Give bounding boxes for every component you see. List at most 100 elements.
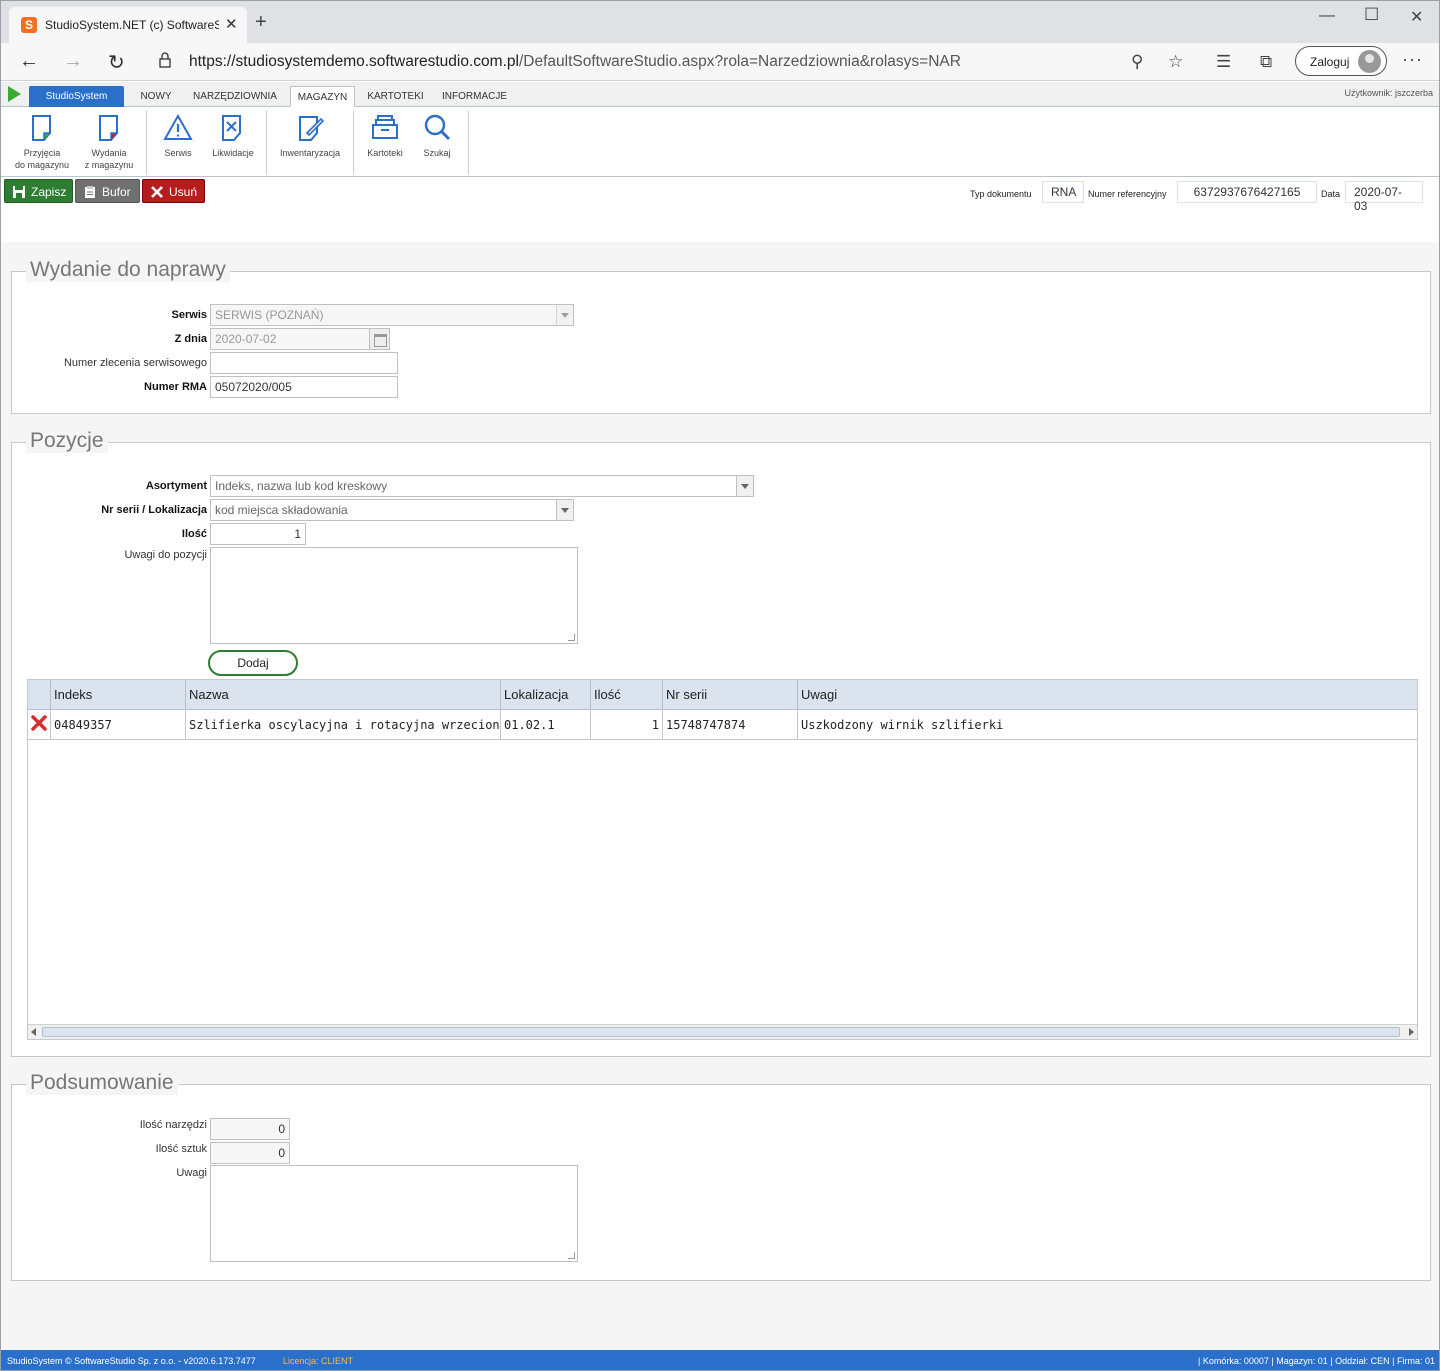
chevron-down-icon[interactable] — [556, 500, 573, 520]
grid-header-nazwa[interactable]: Nazwa — [185, 680, 500, 710]
wydania-button[interactable]: Wydania z magazynu — [79, 113, 139, 171]
close-icon — [151, 186, 163, 198]
play-icon[interactable] — [8, 86, 21, 102]
cell-nazwa: Szlifierka oscylacyjna i rotacyjna wrzec… — [185, 710, 500, 740]
serwis-button[interactable]: Serwis — [153, 113, 203, 159]
ref-number-field[interactable]: 6372937676427165 — [1177, 181, 1317, 203]
chevron-down-icon[interactable] — [736, 476, 753, 496]
przyjecia-label-1: Przyjęcia — [23, 148, 61, 158]
scroll-left-icon[interactable] — [31, 1028, 36, 1036]
asortyment-combobox[interactable]: Indeks, nazwa lub kod kreskowy — [210, 475, 754, 497]
likwidacje-button[interactable]: Likwidacje — [207, 113, 259, 159]
tab-studiosystem[interactable]: StudioSystem — [29, 86, 124, 107]
table-row[interactable]: 04849357 Szlifierka oscylacyjna i rotacy… — [28, 710, 1417, 740]
cell-nrserii: 15748747874 — [662, 710, 797, 740]
serwis-value: SERWIS (POZNAŃ) — [215, 308, 324, 322]
login-button[interactable]: Zaloguj — [1295, 46, 1387, 76]
ribbon-toolbar: Przyjęcia do magazynu Wydania z magazynu… — [1, 107, 1439, 177]
toolbar-separator — [353, 111, 354, 175]
buffer-button[interactable]: Bufor — [75, 179, 140, 203]
przyjecia-button[interactable]: Przyjęcia do magazynu — [9, 113, 75, 171]
browser-addressbar: ← → ↻ https://studiosystemdemo.softwares… — [1, 43, 1439, 81]
delete-button[interactable]: Usuń — [142, 179, 205, 203]
zlecenie-input[interactable] — [210, 352, 398, 374]
zdnia-date-input[interactable]: 2020-07-02 — [210, 328, 390, 350]
app-menubar: StudioSystem NOWY NARZĘDZIOWNIA MAGAZYN … — [1, 82, 1439, 107]
favorite-star-icon[interactable]: ☆ — [1168, 52, 1183, 72]
kartoteki-button[interactable]: Kartoteki — [361, 113, 409, 159]
collections-icon[interactable]: ⧉ — [1260, 52, 1272, 72]
toolbar-separator — [266, 111, 267, 175]
chevron-down-icon[interactable] — [556, 305, 573, 325]
grid-header-nrserii[interactable]: Nr serii — [662, 680, 797, 710]
browser-tab[interactable]: S StudioSystem.NET (c) SoftwareStudio ✕ — [9, 7, 247, 43]
cell-lokalizacja: 01.02.1 — [500, 710, 590, 740]
scroll-thumb[interactable] — [42, 1027, 1400, 1037]
reload-icon[interactable]: ↻ — [108, 50, 125, 75]
new-tab-icon[interactable]: + — [255, 11, 267, 34]
doc-type-field[interactable]: RNA — [1042, 181, 1084, 203]
add-button[interactable]: Dodaj — [208, 650, 298, 676]
window-close-icon[interactable]: ✕ — [1410, 7, 1423, 27]
horizontal-scrollbar[interactable] — [28, 1024, 1417, 1039]
url-field[interactable]: https://studiosystemdemo.softwarestudio.… — [189, 53, 961, 71]
szukaj-label: Szukaj — [423, 148, 451, 158]
forward-icon[interactable]: → — [63, 50, 83, 73]
ilosc-input[interactable]: 1 — [210, 523, 306, 545]
document-edit-icon — [299, 116, 325, 141]
save-button[interactable]: Zapisz — [4, 179, 73, 203]
tab-close-icon[interactable]: ✕ — [225, 15, 238, 33]
footer-copyright: StudioSystem © SoftwareStudio Sp. z o.o.… — [7, 1356, 256, 1366]
podsumowanie-legend: Podsumowanie — [26, 1071, 178, 1095]
inwentaryzacja-button[interactable]: Inwentaryzacja — [273, 113, 347, 159]
ilosc-label: Ilość — [181, 528, 207, 540]
nrserii-combobox[interactable]: kod miejsca składowania — [210, 499, 574, 521]
floppy-icon — [13, 186, 25, 198]
tab-narzedziownia[interactable]: NARZĘDZIOWNIA — [189, 86, 281, 107]
back-icon[interactable]: ← — [19, 50, 39, 73]
tab-kartoteki[interactable]: KARTOTEKI — [363, 86, 428, 107]
grid-header-ilosc[interactable]: Ilość — [590, 680, 662, 710]
ref-number-label: Numer referencyjny — [1088, 189, 1167, 199]
status-footer: StudioSystem © SoftwareStudio Sp. z o.o.… — [1, 1350, 1439, 1370]
row-delete-cell — [28, 710, 50, 740]
maximize-icon[interactable]: ☐ — [1364, 5, 1379, 25]
serwis-label: Serwis — [171, 309, 207, 321]
uwagi-pozycji-textarea[interactable] — [210, 547, 578, 644]
delete-row-icon[interactable] — [31, 715, 47, 731]
favicon-icon: S — [21, 17, 37, 33]
rma-label: Numer RMA — [144, 381, 207, 393]
date-field[interactable]: 2020-07-03 — [1345, 181, 1423, 213]
szukaj-button[interactable]: Szukaj — [415, 113, 459, 159]
zoom-icon[interactable]: ⚲ — [1131, 52, 1143, 72]
save-label: Zapisz — [31, 185, 67, 199]
tab-title: StudioSystem.NET (c) SoftwareStudio — [45, 18, 219, 32]
tab-informacje[interactable]: INFORMACJE — [437, 86, 512, 107]
document-delete-icon — [222, 115, 241, 141]
tab-nowy[interactable]: NOWY — [131, 86, 181, 107]
clipboard-icon — [85, 186, 95, 198]
grid-header-lokalizacja[interactable]: Lokalizacja — [500, 680, 590, 710]
grid-header-uwagi[interactable]: Uwagi — [797, 680, 1417, 710]
grid-header-indeks[interactable]: Indeks — [50, 680, 185, 710]
rma-input[interactable]: 05072020/005 — [210, 376, 398, 398]
tab-magazyn[interactable]: MAGAZYN — [290, 86, 355, 107]
lock-icon — [159, 52, 171, 68]
serwis-select[interactable]: SERWIS (POZNAŃ) — [210, 304, 574, 326]
minimize-icon[interactable]: — — [1319, 7, 1335, 25]
cell-indeks: 04849357 — [50, 710, 185, 740]
url-domain: https://studiosystemdemo.softwarestudio.… — [189, 53, 519, 70]
scroll-right-icon[interactable] — [1409, 1028, 1414, 1036]
avatar-icon — [1358, 50, 1381, 73]
sztuk-value: 0 — [210, 1142, 290, 1164]
positions-grid: Indeks Nazwa Lokalizacja Ilość Nr serii … — [27, 679, 1418, 1040]
search-icon — [424, 114, 451, 141]
uwagi-textarea[interactable] — [210, 1165, 578, 1262]
cell-uwagi: Uszkodzony wirnik szlifierki — [797, 710, 1417, 740]
favorites-list-icon[interactable]: ☰ — [1216, 52, 1231, 72]
warning-icon — [163, 113, 193, 140]
more-icon[interactable]: ··· — [1402, 49, 1423, 70]
calendar-icon[interactable] — [369, 329, 389, 349]
asortyment-label: Asortyment — [145, 480, 207, 492]
uwagi-label: Uwagi — [176, 1167, 207, 1179]
